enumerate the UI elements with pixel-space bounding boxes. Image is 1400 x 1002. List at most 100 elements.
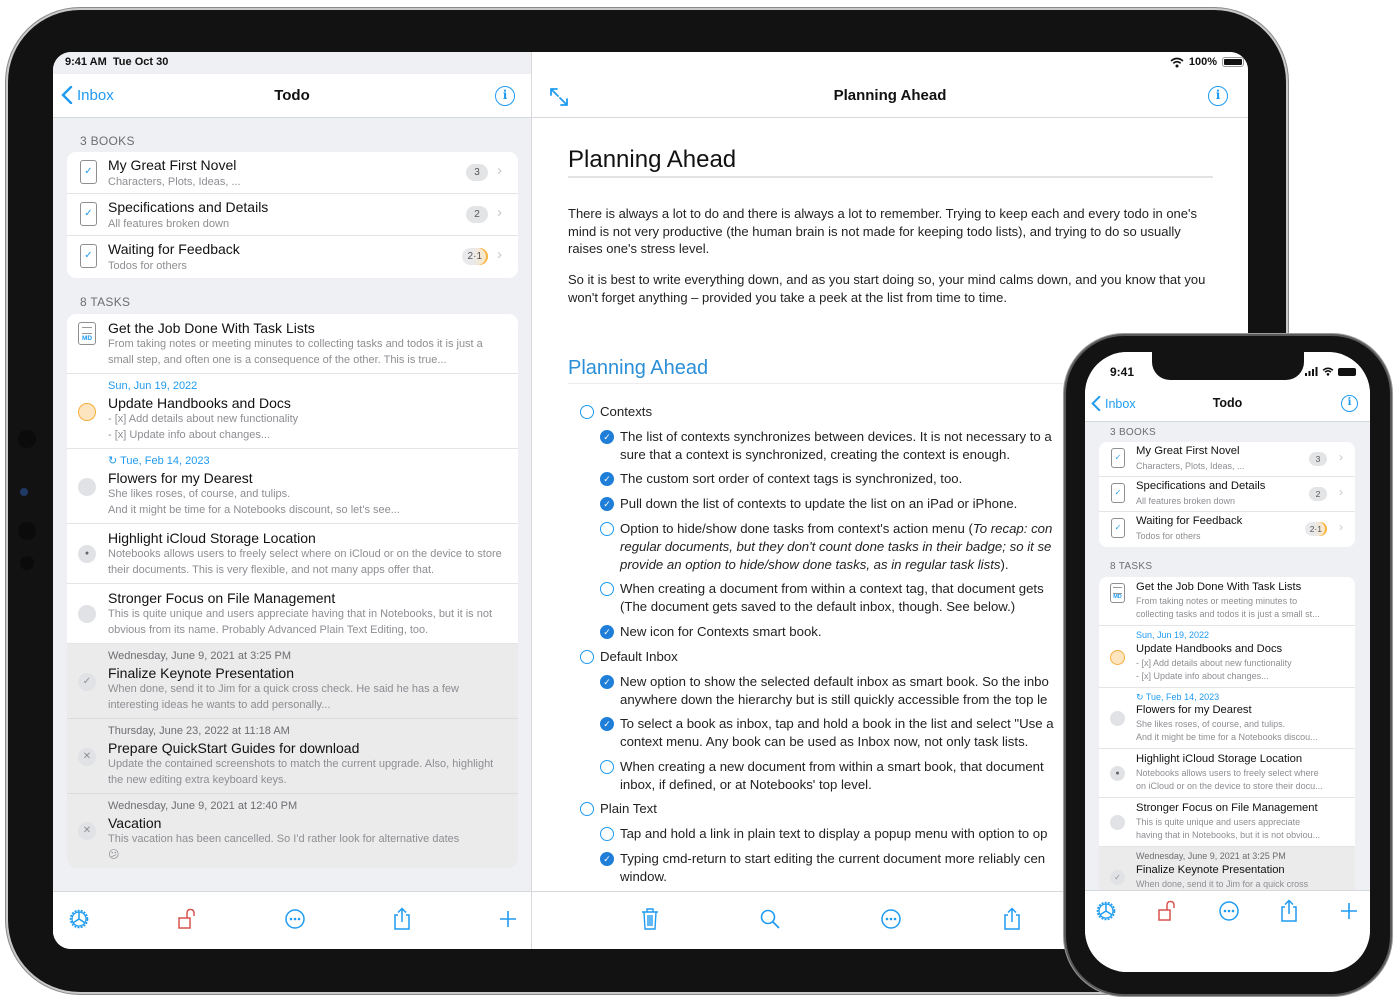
unchecked-circle-icon[interactable] — [580, 802, 594, 816]
document-navbar: Planning Ahead i — [532, 74, 1248, 118]
checked-circle-icon[interactable]: ✓ — [600, 430, 614, 444]
task-row[interactable]: Sun, Jun 19, 2022 Update Handbooks and Do… — [67, 374, 518, 449]
todo-line: anywhere down the hierarchy but is still… — [620, 692, 1048, 707]
task-row[interactable]: ↻ Tue, Feb 14, 2023 Flowers for my Deares… — [1099, 688, 1355, 749]
checked-circle-icon[interactable]: ✓ — [600, 852, 614, 866]
search-button[interactable] — [758, 907, 782, 931]
document-title: Planning Ahead — [833, 87, 947, 104]
checked-circle-icon[interactable]: ✓ — [600, 675, 614, 689]
status-date: Tue Oct 30 — [112, 56, 169, 68]
task-row[interactable]: ● Highlight iCloud Storage Location Notebo… — [67, 524, 518, 584]
task-status-circle[interactable] — [1110, 711, 1125, 726]
book-row[interactable]: ✓ Specifications and Details All features … — [1099, 477, 1355, 512]
done-check-icon[interactable]: ✓ — [1110, 870, 1125, 885]
iphone-toolbar — [1085, 890, 1370, 972]
task-row[interactable]: Stronger Focus on File Management This is… — [1099, 798, 1355, 847]
in-progress-task-icon[interactable]: ● — [78, 545, 96, 563]
due-task-circle[interactable] — [1110, 649, 1125, 665]
unchecked-circle-icon[interactable] — [580, 650, 594, 664]
task-description: She likes roses, of course, and tulips. … — [1136, 719, 1318, 742]
more-button[interactable] — [879, 907, 903, 931]
info-button[interactable]: i — [495, 86, 515, 106]
todo-italic-text: provide an option to hide/show done task… — [620, 557, 1001, 572]
back-label: Inbox — [77, 86, 114, 104]
task-row[interactable]: Stronger Focus on File Management This is… — [67, 584, 518, 644]
book-row[interactable]: ✓ Waiting for Feedback Todos for others 2·1… — [1099, 512, 1355, 547]
book-subtitle: Characters, Plots, Ideas, ... — [108, 176, 241, 188]
add-button[interactable] — [1339, 901, 1359, 921]
expand-button[interactable] — [548, 86, 570, 108]
task-row[interactable]: ↻ Tue, Feb 14, 2023 Flowers for my Deares… — [67, 449, 518, 524]
settings-button[interactable] — [1096, 901, 1116, 921]
todo-item: Contexts — [580, 403, 652, 421]
task-row[interactable]: Sun, Jun 19, 2022 Update Handbooks and Do… — [1099, 626, 1355, 688]
task-row[interactable]: MD Get the Job Done With Task Lists From t… — [1099, 577, 1355, 626]
back-button[interactable]: Inbox — [61, 86, 114, 104]
task-row[interactable]: MD Get the Job Done With Task Lists From t… — [67, 314, 518, 374]
done-check-icon[interactable]: ✓ — [78, 672, 96, 691]
tasks-list: MD Get the Job Done With Task Lists From t… — [1099, 577, 1355, 908]
checked-circle-icon[interactable]: ✓ — [600, 625, 614, 639]
unlock-icon — [177, 908, 197, 930]
settings-button[interactable] — [67, 907, 91, 931]
checked-circle-icon[interactable]: ✓ — [600, 472, 614, 486]
todo-line: Tap and hold a link in plain text to dis… — [620, 826, 1048, 841]
count-badge: 2 — [466, 206, 488, 223]
todo-line: To select a book as inbox, tap and hold … — [620, 716, 1054, 731]
task-row[interactable]: ● Highlight iCloud Storage Location Notebo… — [1099, 749, 1355, 798]
more-button[interactable] — [1219, 901, 1239, 921]
task-status-circle[interactable] — [78, 605, 96, 623]
checked-circle-icon[interactable]: ✓ — [600, 497, 614, 511]
more-icon — [1218, 900, 1240, 922]
lock-button[interactable] — [1157, 900, 1177, 921]
chevron-right-icon: › — [1339, 520, 1343, 534]
share-button[interactable] — [1279, 899, 1299, 922]
task-title: Flowers for my Dearest — [108, 470, 253, 486]
todo-line: Plain Text — [600, 801, 657, 816]
info-button[interactable]: i — [1341, 395, 1358, 412]
book-row[interactable]: ✓ My Great First Novel Characters, Plots, … — [67, 152, 518, 194]
document-info-button[interactable]: i — [1208, 86, 1228, 106]
lock-button[interactable] — [175, 907, 199, 931]
task-row[interactable]: ✓ Wednesday, June 9, 2021 at 3:25 PM Final… — [67, 644, 518, 719]
task-row[interactable]: ✕ Thursday, June 23, 2022 at 11:18 AM Prep… — [67, 719, 518, 794]
back-button[interactable]: Inbox — [1091, 396, 1136, 411]
add-button[interactable] — [496, 907, 520, 931]
more-button[interactable] — [283, 907, 307, 931]
cancelled-x-icon[interactable]: ✕ — [78, 822, 96, 840]
todo-line: When creating a document from within a c… — [620, 581, 1044, 596]
checked-circle-icon[interactable]: ✓ — [600, 717, 614, 731]
task-date: Thursday, June 23, 2022 at 11:18 AM — [108, 725, 290, 737]
unchecked-circle-icon[interactable] — [600, 522, 614, 536]
book-row[interactable]: ✓ My Great First Novel Characters, Plots, … — [1099, 442, 1355, 477]
unchecked-circle-icon[interactable] — [600, 760, 614, 774]
book-row[interactable]: ✓ Specifications and Details All features … — [67, 194, 518, 236]
task-date: ↻ Tue, Feb 14, 2023 — [108, 455, 210, 467]
task-row[interactable]: ✕ Wednesday, June 9, 2021 at 12:40 PM Vaca… — [67, 794, 518, 868]
task-status-circle[interactable] — [78, 477, 96, 496]
task-status-circle[interactable] — [1110, 815, 1125, 830]
task-title: Update Handbooks and Docs — [108, 395, 291, 411]
todo-item: ✓ Typing cmd-return to start editing the … — [600, 850, 1045, 886]
tasks-section-header: 8 TASKS — [80, 295, 131, 309]
in-progress-task-icon[interactable]: ● — [1110, 766, 1125, 781]
iphone-screen: 9:41 Inbox Todo i 3 BOOKS ✓ My Great Firs… — [1085, 352, 1370, 972]
cancelled-x-icon[interactable]: ✕ — [78, 747, 96, 766]
task-title: Finalize Keynote Presentation — [1136, 863, 1285, 876]
delete-button[interactable] — [638, 907, 662, 931]
share-button[interactable] — [1000, 907, 1024, 931]
due-task-circle[interactable] — [78, 402, 96, 421]
unchecked-circle-icon[interactable] — [600, 827, 614, 841]
share-button[interactable] — [390, 907, 414, 931]
books-list: ✓ My Great First Novel Characters, Plots, … — [67, 152, 518, 278]
settings-gear-icon — [1095, 900, 1117, 922]
unchecked-circle-icon[interactable] — [580, 405, 594, 419]
add-icon — [1339, 901, 1359, 921]
add-icon — [498, 909, 518, 929]
task-description: Update the contained screenshots to matc… — [108, 758, 494, 786]
unchecked-circle-icon[interactable] — [600, 582, 614, 596]
books-section-header: 3 BOOKS — [80, 134, 135, 148]
book-row[interactable]: ✓ Waiting for Feedback Todos for others 2·1… — [67, 236, 518, 278]
todo-line: context menu. Any book can be used as In… — [620, 734, 1029, 749]
iphone-navbar: Inbox Todo i — [1085, 386, 1370, 422]
